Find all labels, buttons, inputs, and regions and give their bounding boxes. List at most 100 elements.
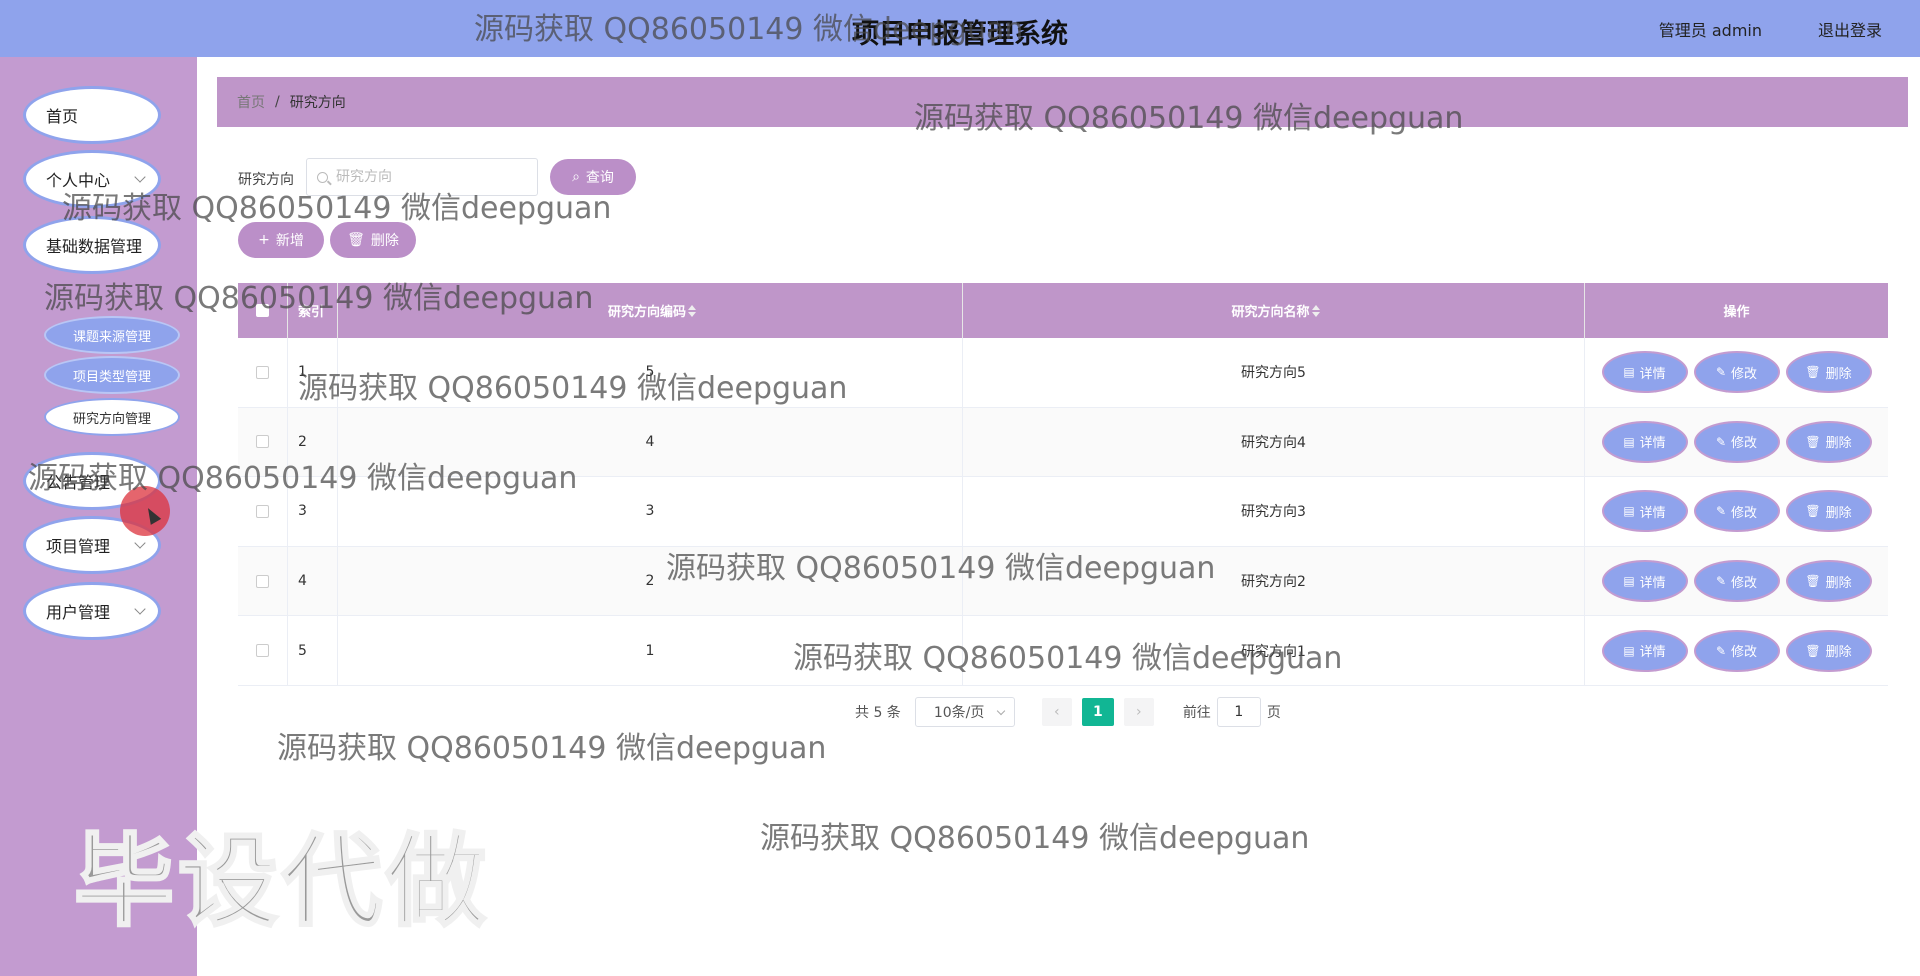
cell-name: 研究方向1 bbox=[963, 616, 1585, 685]
delete-button[interactable]: 🗑 删除 bbox=[1787, 492, 1870, 531]
cell-actions: ▤ 详情 ✎ 修改 🗑 删除 bbox=[1585, 408, 1888, 477]
sidebar-item-label: 研究方向管理 bbox=[72, 411, 151, 427]
header-op: 操作 bbox=[1585, 283, 1888, 338]
row-checkbox[interactable] bbox=[256, 435, 269, 449]
document-icon: ▤ bbox=[1623, 574, 1635, 589]
watermark-text: 源码获取 QQ86050149 微信deepguan bbox=[760, 821, 1310, 856]
cell-name-value: 研究方向2 bbox=[1241, 574, 1306, 591]
add-button-label: 新增 bbox=[275, 233, 304, 249]
cell-code: 2 bbox=[338, 546, 963, 616]
detail-button[interactable]: ▤ 详情 bbox=[1603, 492, 1686, 531]
detail-button-label: 详情 bbox=[1639, 645, 1666, 661]
breadcrumb-current: 研究方向 bbox=[289, 95, 346, 111]
cell-actions: ▤ 详情 ✎ 修改 🗑 删除 bbox=[1585, 547, 1888, 616]
sidebar-subitem-project-type[interactable]: 项目类型管理 bbox=[46, 358, 178, 392]
row-checkbox-cell bbox=[238, 407, 288, 477]
cell-name-value: 研究方向4 bbox=[1241, 434, 1306, 451]
cell-code-value: 5 bbox=[645, 364, 655, 381]
cell-code-value: 1 bbox=[645, 642, 655, 659]
row-checkbox[interactable] bbox=[256, 644, 269, 658]
sidebar-subitem-research-direction[interactable]: 研究方向管理 bbox=[46, 400, 178, 434]
batch-delete-button[interactable]: 🗑 删除 bbox=[330, 222, 416, 258]
page-size-value: 10条/页 bbox=[933, 705, 985, 721]
header-index-label: 索引 bbox=[298, 305, 325, 320]
cell-code-value: 3 bbox=[645, 503, 655, 520]
detail-button[interactable]: ▤ 详情 bbox=[1603, 422, 1686, 461]
current-user: 管理员 admin bbox=[1658, 21, 1762, 40]
plus-icon: + bbox=[258, 232, 270, 248]
next-page-button[interactable]: › bbox=[1123, 698, 1154, 726]
search-label: 研究方向 bbox=[238, 172, 294, 188]
pagination-total: 共 5 条 bbox=[855, 705, 901, 721]
cell-actions: ▤ 详情 ✎ 修改 🗑 删除 bbox=[1585, 616, 1888, 685]
header-op-label: 操作 bbox=[1723, 305, 1750, 320]
cell-code: 3 bbox=[338, 477, 963, 546]
sidebar-item-label: 用户管理 bbox=[46, 603, 111, 622]
edit-button[interactable]: ✎ 修改 bbox=[1695, 422, 1778, 461]
pencil-icon: ✎ bbox=[1715, 434, 1727, 449]
cell-actions: ▤ 详情 ✎ 修改 🗑 删除 bbox=[1585, 477, 1888, 546]
breadcrumb-home[interactable]: 首页 bbox=[237, 92, 265, 112]
pencil-icon: ✎ bbox=[1715, 643, 1727, 658]
header-index: 索引 bbox=[288, 283, 338, 338]
sidebar-item-label: 基础数据管理 bbox=[46, 237, 143, 256]
search-input[interactable] bbox=[336, 169, 516, 185]
cell-index-value: 5 bbox=[298, 642, 307, 659]
header-name-label: 研究方向名称 bbox=[1231, 305, 1310, 320]
delete-button[interactable]: 🗑 删除 bbox=[1787, 353, 1870, 392]
page-size-select[interactable]: 10条/页 bbox=[914, 697, 1015, 727]
goto-suffix: 页 bbox=[1266, 705, 1281, 721]
detail-button[interactable]: ▤ 详情 bbox=[1603, 353, 1686, 392]
data-table: 索引 研究方向编码 研究方向名称 操作 1 5 研究方向5 ▤ 详情 ✎ 修改 🗑 删除 2 4 研究… bbox=[238, 283, 1888, 686]
sidebar-item-base-data[interactable]: 基础数据管理 bbox=[26, 219, 158, 271]
sidebar-item-home[interactable]: 首页 bbox=[26, 89, 158, 141]
row-checkbox-cell bbox=[238, 477, 288, 546]
delete-button-label: 删除 bbox=[1825, 436, 1852, 452]
row-checkbox[interactable] bbox=[256, 365, 269, 379]
edit-button[interactable]: ✎ 修改 bbox=[1695, 631, 1778, 670]
row-checkbox-cell bbox=[238, 616, 288, 685]
detail-button[interactable]: ▤ 详情 bbox=[1603, 562, 1686, 601]
edit-button[interactable]: ✎ 修改 bbox=[1695, 353, 1778, 392]
pencil-icon: ✎ bbox=[1715, 574, 1727, 589]
chevron-down-icon bbox=[134, 603, 146, 615]
cell-name-value: 研究方向1 bbox=[1241, 643, 1306, 660]
edit-button[interactable]: ✎ 修改 bbox=[1695, 562, 1778, 601]
header-name[interactable]: 研究方向名称 bbox=[963, 283, 1585, 338]
trash-icon: 🗑 bbox=[1805, 643, 1821, 658]
cell-index: 2 bbox=[288, 407, 338, 477]
trash-icon: 🗑 bbox=[1805, 504, 1821, 519]
detail-button[interactable]: ▤ 详情 bbox=[1603, 631, 1686, 670]
edit-button-label: 修改 bbox=[1731, 436, 1758, 452]
sidebar-item-user[interactable]: 用户管理 bbox=[26, 585, 158, 637]
goto-page-input[interactable] bbox=[1216, 697, 1261, 727]
delete-button-label: 删除 bbox=[1825, 366, 1852, 382]
page-number-current[interactable]: 1 bbox=[1081, 698, 1114, 726]
prev-page-button[interactable]: ‹ bbox=[1041, 698, 1072, 726]
delete-button[interactable]: 🗑 删除 bbox=[1787, 562, 1870, 601]
document-icon: ▤ bbox=[1623, 434, 1635, 449]
row-checkbox[interactable] bbox=[256, 574, 269, 588]
add-button[interactable]: + 新增 bbox=[238, 222, 324, 258]
delete-button[interactable]: 🗑 删除 bbox=[1787, 422, 1870, 461]
batch-delete-button-label: 删除 bbox=[370, 233, 399, 249]
cell-index: 5 bbox=[288, 616, 338, 685]
sidebar-item-label: 课题来源管理 bbox=[72, 329, 151, 345]
edit-button[interactable]: ✎ 修改 bbox=[1695, 492, 1778, 531]
table-body: 1 5 研究方向5 ▤ 详情 ✎ 修改 🗑 删除 2 4 研究方向4 ▤ 详情 ✎ 修改 🗑 删除 3 3 研究方向3 ▤… bbox=[238, 338, 1888, 686]
delete-button[interactable]: 🗑 删除 bbox=[1787, 631, 1870, 670]
row-checkbox[interactable] bbox=[256, 504, 269, 518]
search-field bbox=[306, 158, 538, 196]
sidebar-item-profile[interactable]: 个人中心 bbox=[26, 153, 158, 205]
query-button[interactable]: ⌕ 查询 bbox=[550, 159, 636, 195]
header-code[interactable]: 研究方向编码 bbox=[338, 283, 963, 338]
document-icon: ▤ bbox=[1623, 643, 1635, 658]
select-all-checkbox[interactable] bbox=[256, 304, 269, 317]
logout-link[interactable]: 退出登录 bbox=[1818, 17, 1882, 41]
chevron-left-icon: ‹ bbox=[1054, 704, 1060, 720]
cell-index-value: 3 bbox=[298, 503, 307, 520]
cell-code: 4 bbox=[338, 407, 963, 477]
sidebar-subitem-topic-source[interactable]: 课题来源管理 bbox=[46, 318, 178, 352]
row-checkbox-cell bbox=[238, 338, 288, 407]
pencil-icon: ✎ bbox=[1715, 365, 1727, 380]
